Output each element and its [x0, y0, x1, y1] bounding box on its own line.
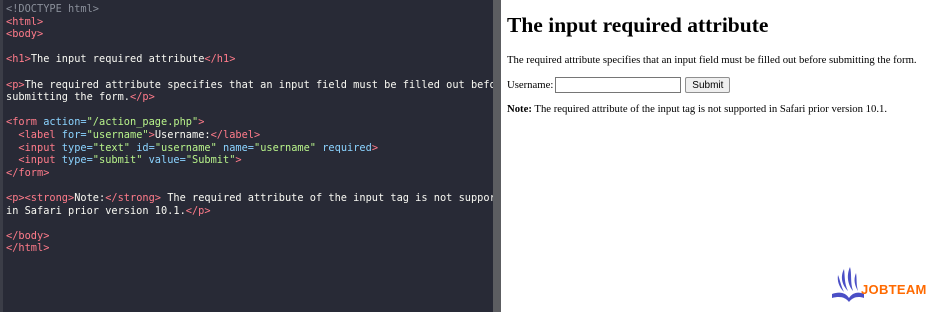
code-token: for= [61, 128, 87, 141]
code-line: <input type="submit" value="Submit"> [6, 154, 493, 167]
pane-divider[interactable] [493, 0, 501, 312]
code-token: type= [61, 141, 93, 154]
code-token: </strong> [105, 191, 161, 204]
code-line: <input type="text" id="username" name="u… [6, 142, 493, 155]
code-line: <body> [6, 28, 493, 41]
code-line: </form> [6, 167, 493, 180]
code-token: </body> [6, 229, 50, 242]
code-token: in Safari prior version 10.1. [6, 204, 186, 217]
code-token: > [371, 141, 379, 154]
code-line: <label for="username">Username:</label> [6, 129, 493, 142]
code-line: <h1>The input required attribute</h1> [6, 53, 493, 66]
code-token: "text" [92, 141, 130, 154]
code-line: submitting the form.</p> [6, 91, 493, 104]
code-token: action= [43, 116, 87, 129]
code-token: The input required attribute [30, 53, 205, 66]
code-line: in Safari prior version 10.1.</p> [6, 205, 493, 218]
code-token: <p> [6, 78, 25, 91]
code-token: <html> [6, 15, 44, 28]
code-token: </h1> [204, 53, 236, 66]
code-line: </body> [6, 230, 493, 243]
code-token: > [235, 154, 242, 167]
code-line: <html> [6, 16, 493, 29]
code-line: <!DOCTYPE html> [6, 3, 493, 16]
description-text: The required attribute specifies that an… [507, 54, 917, 66]
code-token: value= [142, 154, 186, 167]
code-line: </html> [6, 242, 493, 255]
code-token: <body> [6, 28, 44, 41]
code-token: The required attribute of the input tag … [161, 191, 515, 204]
code-token: </label> [210, 128, 261, 141]
code-token: submitting the form. [6, 91, 130, 104]
note-label: Note: [507, 103, 532, 115]
code-token: "username" [86, 128, 149, 141]
code-line: <p><strong>Note:</strong> The required a… [6, 191, 514, 205]
code-token: </p> [130, 91, 155, 104]
note-body: The required attribute of the input tag … [531, 103, 888, 115]
submit-button[interactable]: Submit [685, 77, 731, 93]
code-token: <h1> [6, 53, 31, 66]
code-token: > [198, 116, 205, 129]
code-line: <form action="/action_page.php"> [6, 116, 493, 129]
page-title: The input required attribute [507, 13, 769, 37]
brand-logo-text: JOBTEAM [861, 282, 927, 297]
code-token: </form> [6, 166, 50, 179]
code-token: The required attribute specifies that an… [24, 78, 509, 91]
note-text: Note: The required attribute of the inpu… [507, 103, 887, 115]
code-token: <!DOCTYPE html> [6, 3, 99, 15]
code-token: Username: [154, 128, 211, 141]
code-token: Note: [74, 191, 106, 204]
code-editor[interactable]: <!DOCTYPE html> <html> <body> <h1>The input… [0, 0, 514, 312]
code-block: <!DOCTYPE html> <html> <body> <h1>The input… [3, 0, 514, 255]
code-token: <input [6, 141, 62, 154]
code-token: <form [6, 116, 44, 129]
code-token: <label [6, 128, 62, 141]
code-token: <input [6, 154, 62, 167]
code-token: required [316, 141, 372, 154]
code-token: "Submit" [185, 154, 236, 167]
code-token: name= [216, 141, 255, 154]
username-form: Username: Submit [507, 77, 731, 93]
code-token: "/action_page.php" [86, 116, 199, 129]
code-token: "submit" [92, 154, 143, 167]
code-token: </p> [185, 204, 211, 217]
code-line: <p>The required attribute specifies that… [6, 78, 508, 92]
code-token: "username" [254, 141, 317, 154]
code-token: id= [130, 141, 155, 154]
username-input[interactable] [555, 77, 682, 93]
code-token: type= [61, 154, 93, 167]
code-token: "username" [154, 141, 217, 154]
code-token: <p><strong> [6, 191, 75, 204]
username-label: Username: [507, 79, 554, 91]
code-token: </html> [6, 242, 50, 255]
